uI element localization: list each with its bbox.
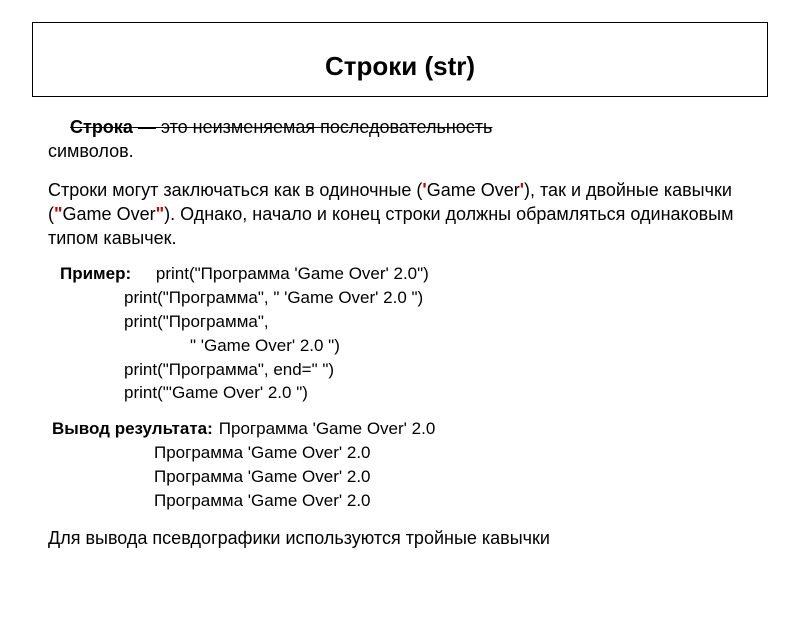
definition-rest: — это неизменяемая последовательность — [133, 117, 493, 137]
p2-a: Строки могут заключаться как в одиночные… — [48, 180, 422, 200]
code-line-2: print("Программа", " 'Game Over' 2.0 ") — [124, 286, 752, 310]
content-area: Строка — это неизменяемая последовательн… — [48, 115, 752, 551]
title-container: Строки (str) — [32, 22, 768, 97]
code-line-3: print("Программа", — [124, 310, 752, 334]
red-quote-4: " — [156, 204, 165, 224]
quotes-paragraph: Строки могут заключаться как в одиночные… — [48, 178, 752, 251]
example-label: Пример: — [60, 264, 131, 283]
term-stroka: Строка — [70, 117, 133, 137]
code-line-1: print("Программа 'Game Over' 2.0") — [156, 262, 429, 286]
output-line-4: Программа 'Game Over' 2.0 — [154, 489, 752, 513]
output-label: Вывод результата: — [52, 419, 213, 438]
output-block: Вывод результата: Программа 'Game Over' 2… — [52, 417, 752, 512]
pseudographics-paragraph: Для вывода псевдографики используются тр… — [48, 526, 752, 550]
definition-paragraph: Строка — это неизменяемая последовательн… — [48, 115, 752, 164]
output-line-3: Программа 'Game Over' 2.0 — [154, 465, 752, 489]
output-line-2: Программа 'Game Over' 2.0 — [154, 441, 752, 465]
code-line-6: print("'Game Over' 2.0 ") — [124, 381, 752, 405]
code-line-4: " 'Game Over' 2.0 ") — [190, 334, 752, 358]
example-block: Пример: print("Программа 'Game Over' 2.0… — [60, 262, 752, 405]
p2-b: Game Over — [427, 180, 520, 200]
definition-line2: символов. — [48, 141, 134, 161]
p2-d: Game Over — [63, 204, 156, 224]
code-line-5: print("Программа", end=" ") — [124, 358, 752, 382]
output-line-1: Программа 'Game Over' 2.0 — [219, 419, 436, 438]
red-quote-3: " — [54, 204, 63, 224]
page-title: Строки (str) — [43, 51, 757, 82]
